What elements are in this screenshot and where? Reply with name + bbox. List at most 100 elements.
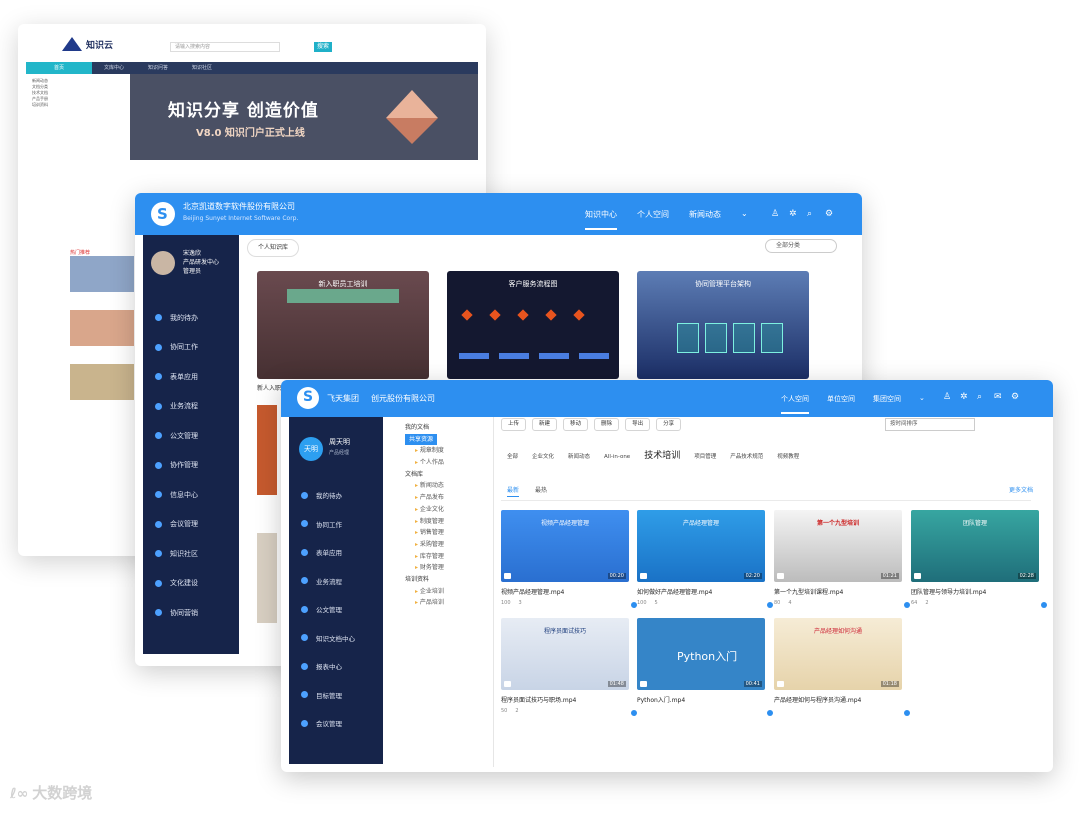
play-icon[interactable] <box>777 573 784 579</box>
video-card[interactable]: 第一个九型培训 01:21 第一个九型培训课程.mp4 80 4 <box>774 510 910 608</box>
video-filename[interactable]: 第一个九型培训课程.mp4 <box>774 587 902 596</box>
video-filename[interactable]: 产品经理如何与程序员沟通.mp4 <box>774 695 902 704</box>
portal-nav-item[interactable]: 知识社区 <box>180 62 224 74</box>
video-thumbnail[interactable]: 第一个九型培训 01:21 <box>774 510 902 582</box>
portal-thumbnail[interactable] <box>70 256 134 292</box>
upload-button[interactable]: 上传 <box>501 418 527 431</box>
more-docs-link[interactable]: 更多文档 <box>1009 485 1033 494</box>
user-icon[interactable]: ♙ <box>771 209 781 219</box>
sidebar-item[interactable]: 协作管理 <box>155 451 198 481</box>
tree-root[interactable]: 文档库 <box>405 469 497 481</box>
tree-item[interactable]: 产品发布 <box>405 492 497 504</box>
share-button[interactable]: 分享 <box>656 418 682 431</box>
doc-card[interactable]: 协同管理平台架构 <box>637 271 809 379</box>
share-icon[interactable] <box>767 710 773 716</box>
apps-icon[interactable]: ✲ <box>789 209 799 219</box>
tree-item[interactable]: 采购管理 <box>405 539 497 551</box>
kc-nav-item[interactable]: 单位空间 <box>827 394 855 414</box>
tab-category[interactable]: All-in-one <box>604 454 630 460</box>
portal-nav-item[interactable]: 首页 <box>26 62 92 74</box>
delete-button[interactable]: 删除 <box>594 418 620 431</box>
tree-item[interactable]: 销售管理 <box>405 527 497 539</box>
kc-nav-item[interactable]: 集团空间 <box>873 394 901 414</box>
breadcrumb[interactable]: 个人知识库 <box>247 239 300 257</box>
tab-category[interactable]: 项目管理 <box>694 452 716 460</box>
video-filename[interactable]: 如何做好产品经理管理.mp4 <box>637 587 765 596</box>
video-card[interactable]: Python入门 00:41 Python入门.mp4 <box>637 618 773 716</box>
play-icon[interactable] <box>504 573 511 579</box>
video-card[interactable]: 团队管理 02:28 团队管理与领导力培训.mp4 64 2 <box>911 510 1047 608</box>
play-icon[interactable] <box>914 573 921 579</box>
doc-card[interactable]: 客户服务流程图 <box>447 271 619 379</box>
tree-item[interactable]: 企业文化 <box>405 504 497 516</box>
video-filename[interactable]: Python入门.mp4 <box>637 695 765 704</box>
share-icon[interactable] <box>904 710 910 716</box>
sidebar-item[interactable]: 我的待办 <box>155 303 198 333</box>
company-switcher[interactable]: 创元股份有限公司 <box>371 393 435 404</box>
video-filename[interactable]: 团队管理与领导力培训.mp4 <box>911 587 1039 596</box>
tree-item[interactable]: 产品培训 <box>405 597 497 609</box>
share-icon[interactable] <box>631 710 637 716</box>
settings-icon[interactable]: ⚙ <box>825 209 835 219</box>
office-nav-item[interactable]: 个人空间 <box>637 209 669 230</box>
portal-thumbnail[interactable] <box>70 310 134 346</box>
video-card[interactable]: 产品经理如何沟通 01:18 产品经理如何与程序员沟通.mp4 <box>774 618 910 716</box>
tab-category[interactable]: 视频教程 <box>777 452 799 460</box>
sidebar-item[interactable]: 会议管理 <box>301 709 355 738</box>
avatar[interactable]: 天明 <box>299 437 323 461</box>
sidebar-item[interactable]: 协同营销 <box>155 598 198 628</box>
search-icon[interactable]: ⌕ <box>807 209 817 219</box>
portal-nav-item[interactable]: 知识问答 <box>136 62 180 74</box>
portal-search-input[interactable]: 请输入搜索内容 <box>170 42 280 52</box>
video-thumbnail[interactable]: Python入门 00:41 <box>637 618 765 690</box>
tree-item[interactable]: 个人作品 <box>405 457 497 469</box>
tree-item-selected[interactable]: 共享资源 <box>405 433 438 446</box>
tree-item[interactable]: 财务管理 <box>405 562 497 574</box>
office-nav-item[interactable]: 新闻动态 <box>689 209 721 230</box>
new-button[interactable]: 新建 <box>532 418 558 431</box>
sidebar-item[interactable]: 公文管理 <box>155 421 198 451</box>
message-icon[interactable]: ✉ <box>994 392 1005 402</box>
video-thumbnail[interactable]: 视频产品经理管理 00:20 <box>501 510 629 582</box>
video-card[interactable]: 产品经理管理 02:20 如何做好产品经理管理.mp4 100 5 <box>637 510 773 608</box>
play-icon[interactable] <box>777 681 784 687</box>
video-thumbnail[interactable]: 团队管理 02:28 <box>911 510 1039 582</box>
tree-item[interactable]: 新闻动态 <box>405 480 497 492</box>
video-filename[interactable]: 视频产品经理管理.mp4 <box>501 587 629 596</box>
video-card[interactable]: 视频产品经理管理 00:20 视频产品经理管理.mp4 100 3 <box>501 510 637 608</box>
video-thumbnail[interactable]: 产品经理管理 02:20 <box>637 510 765 582</box>
portal-nav-item[interactable]: 文库中心 <box>92 62 136 74</box>
apps-icon[interactable]: ✲ <box>960 392 971 402</box>
sidebar-item[interactable]: 协同工作 <box>301 510 355 539</box>
tab-latest[interactable]: 最新 <box>507 485 520 497</box>
video-thumbnail[interactable]: 产品经理如何沟通 01:18 <box>774 618 902 690</box>
play-icon[interactable] <box>504 681 511 687</box>
play-icon[interactable] <box>640 573 647 579</box>
sidebar-item[interactable]: 信息中心 <box>155 480 198 510</box>
sidebar-item[interactable]: 业务流程 <box>155 392 198 422</box>
video-thumbnail[interactable]: 程序员面试技巧 01:48 <box>501 618 629 690</box>
tree-item[interactable]: 企业培训 <box>405 586 497 598</box>
chevron-down-icon[interactable]: ⌄ <box>741 209 748 230</box>
office-nav-item[interactable]: 知识中心 <box>585 209 617 230</box>
share-icon[interactable] <box>904 602 910 608</box>
doc-card[interactable]: 新入职员工培训 <box>257 271 429 379</box>
tree-item[interactable]: 规章制度 <box>405 445 497 457</box>
doc-thumbnail[interactable] <box>257 405 277 495</box>
portal-menu-item[interactable]: 培训资料 <box>32 102 124 108</box>
share-icon[interactable] <box>1041 602 1047 608</box>
tree-root[interactable]: 培训资料 <box>405 574 497 586</box>
kc-nav-item[interactable]: 个人空间 <box>781 394 809 414</box>
tab-hottest[interactable]: 最热 <box>535 485 547 497</box>
sidebar-item[interactable]: 会议管理 <box>155 510 198 540</box>
sidebar-item[interactable]: 知识社区 <box>155 539 198 569</box>
export-button[interactable]: 导出 <box>625 418 651 431</box>
sidebar-item[interactable]: 表单应用 <box>301 538 355 567</box>
sort-select[interactable]: 按时间排序 <box>885 418 975 431</box>
category-select[interactable]: 全部分类 <box>765 239 837 253</box>
tab-category[interactable]: 企业文化 <box>532 452 554 460</box>
sidebar-item[interactable]: 文化建设 <box>155 569 198 599</box>
sidebar-item[interactable]: 目标管理 <box>301 681 355 710</box>
play-icon[interactable] <box>640 681 647 687</box>
search-icon[interactable]: ⌕ <box>977 392 988 402</box>
